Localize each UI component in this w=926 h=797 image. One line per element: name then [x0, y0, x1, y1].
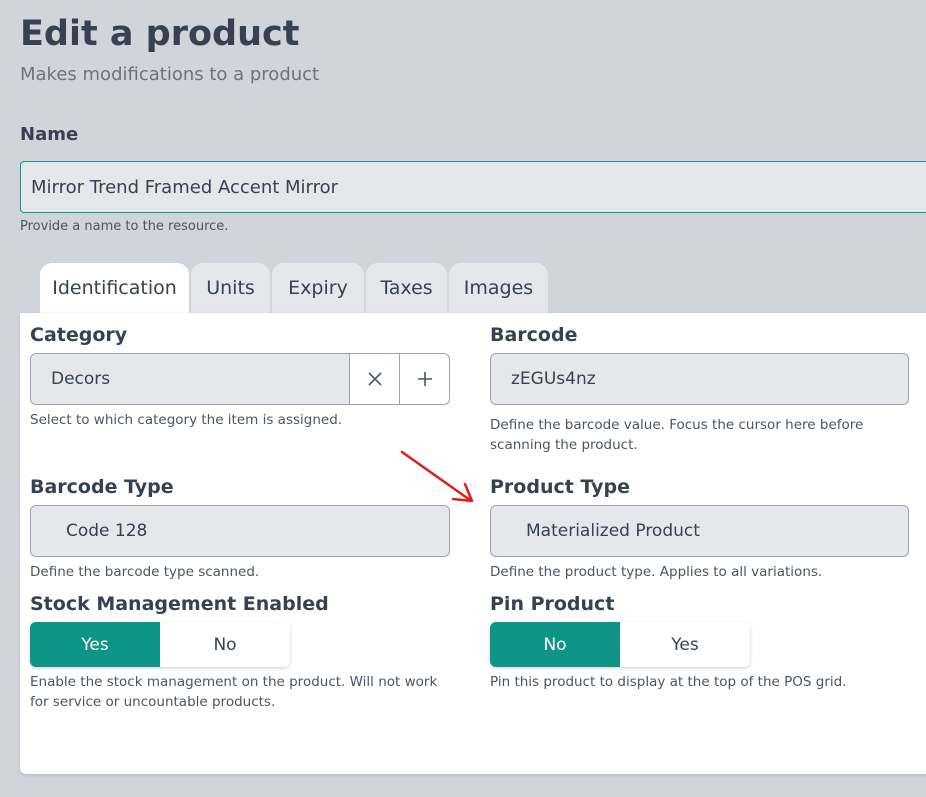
name-label: Name: [20, 124, 79, 145]
tab-taxes[interactable]: Taxes: [366, 263, 447, 313]
name-input[interactable]: [20, 161, 926, 213]
pin-product-help: Pin this product to display at the top o…: [490, 674, 847, 690]
pin-product-label: Pin Product: [490, 593, 615, 615]
red-arrow-annotation: [400, 450, 474, 503]
clear-category-button[interactable]: [349, 354, 399, 404]
stock-management-label: Stock Management Enabled: [30, 593, 329, 615]
stock-management-help: Enable the stock management on the produ…: [30, 674, 438, 710]
product-type-label: Product Type: [490, 476, 631, 498]
category-help: Select to which category the item is ass…: [30, 412, 343, 428]
barcode-label: Barcode: [490, 324, 578, 346]
stock-management-yes[interactable]: Yes: [30, 622, 160, 667]
tab-identification[interactable]: Identification: [40, 263, 189, 313]
plus-icon: [417, 372, 432, 386]
tab-images[interactable]: Images: [449, 263, 548, 313]
category-label: Category: [30, 324, 128, 346]
tab-units[interactable]: Units: [191, 263, 270, 313]
category-value[interactable]: Decors: [31, 369, 349, 389]
barcode-type-help: Define the barcode type scanned.: [30, 564, 260, 580]
tab-expiry[interactable]: Expiry: [272, 263, 364, 313]
pin-product-no[interactable]: No: [490, 622, 620, 667]
pin-product-toggle: No Yes: [490, 622, 750, 667]
page-subtitle: Makes modifications to a product: [20, 64, 320, 85]
stock-management-toggle: Yes No: [30, 622, 290, 667]
name-help: Provide a name to the resource.: [20, 219, 229, 234]
close-icon: [367, 372, 382, 386]
page-title: Edit a product: [20, 14, 300, 54]
product-type-select[interactable]: Materialized Product: [490, 505, 909, 557]
product-type-help: Define the product type. Applies to all …: [490, 564, 823, 580]
barcode-help: Define the barcode value. Focus the curs…: [490, 417, 864, 453]
category-field: Decors: [30, 353, 450, 405]
barcode-input[interactable]: zEGUs4nz: [490, 353, 909, 405]
stock-management-no[interactable]: No: [160, 622, 290, 667]
tab-panel: Category Decors Select to which category…: [20, 313, 926, 774]
add-category-button[interactable]: [399, 354, 449, 404]
barcode-type-select[interactable]: Code 128: [30, 505, 450, 557]
tab-bar: Identification Units Expiry Taxes Images: [40, 263, 548, 313]
pin-product-yes[interactable]: Yes: [620, 622, 750, 667]
barcode-type-label: Barcode Type: [30, 476, 174, 498]
